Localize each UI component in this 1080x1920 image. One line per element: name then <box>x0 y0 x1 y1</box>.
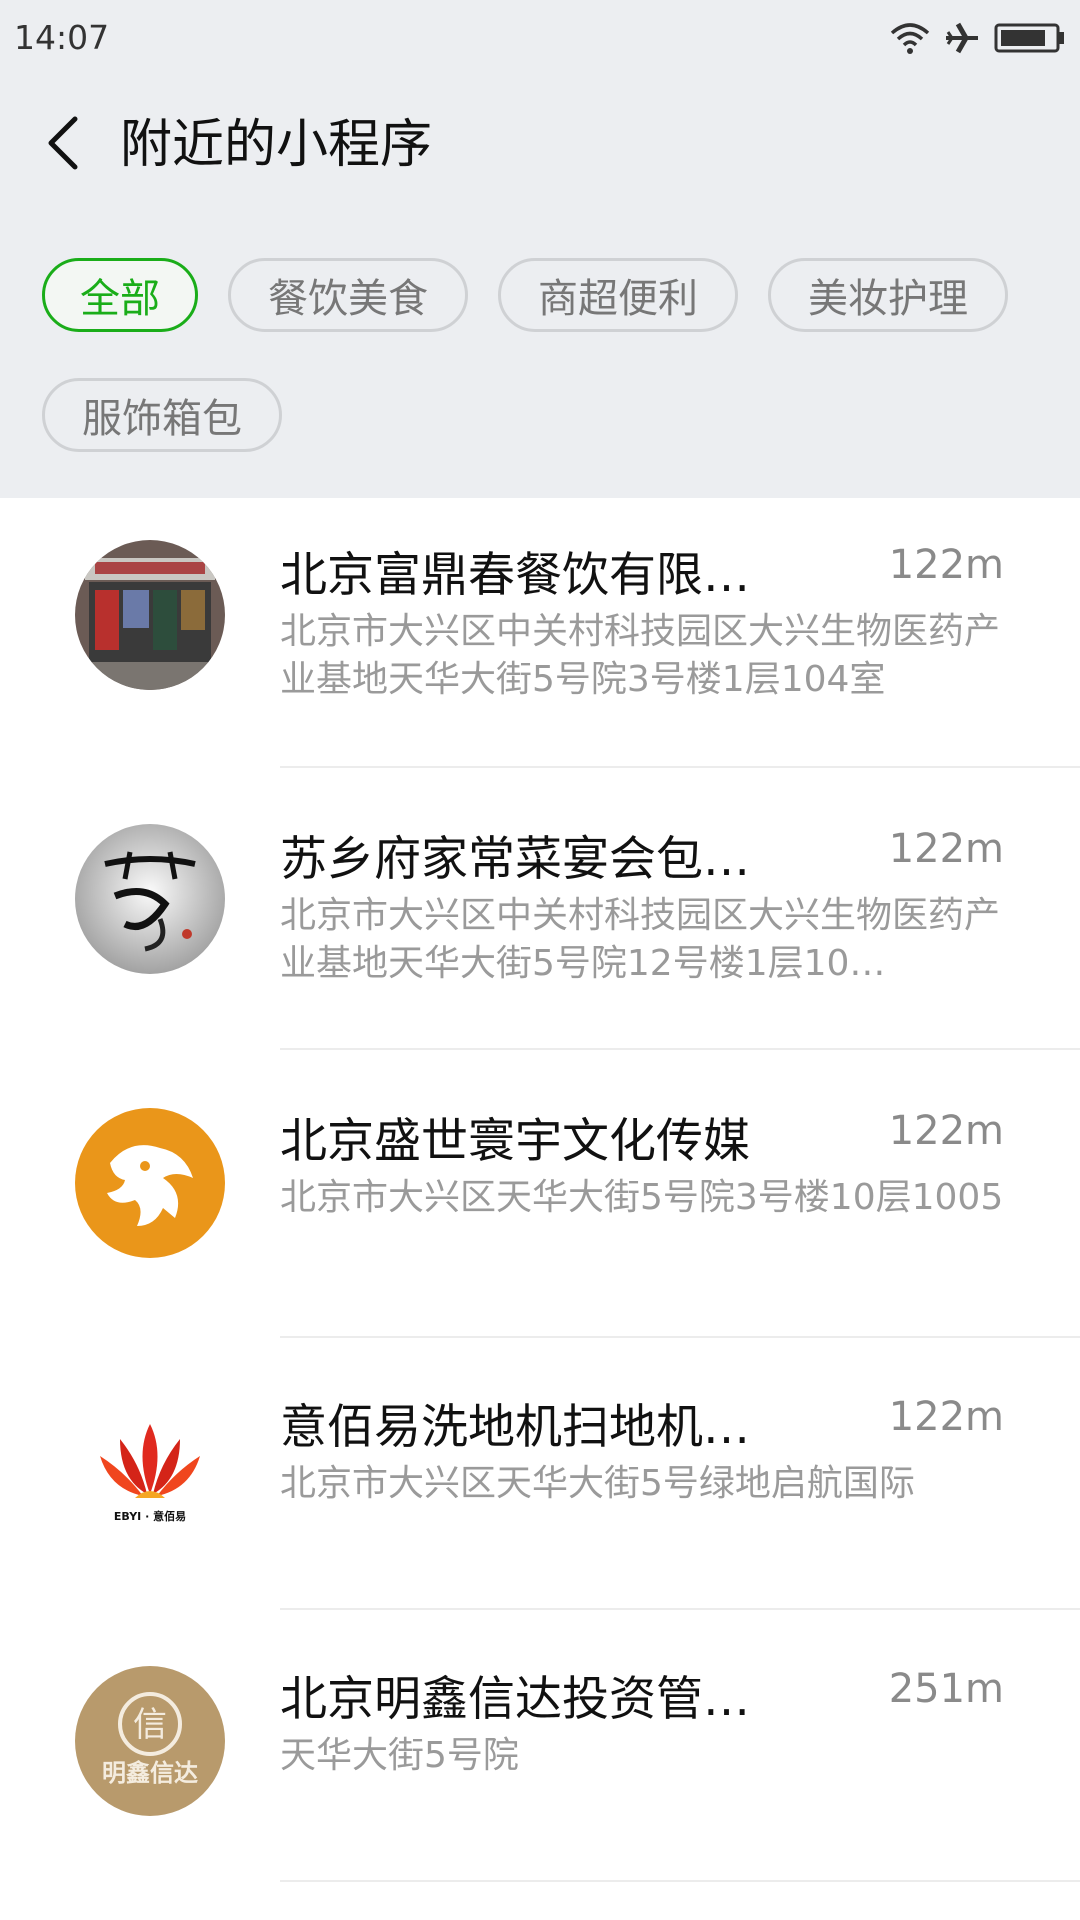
logo-text: EBYI · 意佰易 <box>114 1509 186 1523</box>
avatar <box>75 540 225 690</box>
avatar: EBYI · 意佰易 <box>75 1394 225 1544</box>
avatar <box>75 1108 225 1258</box>
item-address: 北京市大兴区天华大街5号院3号楼10层1005 <box>280 1177 1004 1218</box>
item-address: 北京市大兴区中关村科技园区大兴生物医药产业基地天华大街5号院3号楼1层104室 <box>280 611 1001 700</box>
avatar: 信 明鑫信达 <box>75 1666 225 1816</box>
status-bar: 14:07 <box>0 0 1080 78</box>
filter-chip-label: 美妆护理 <box>808 276 968 322</box>
filter-chip-label: 全部 <box>80 276 160 322</box>
item-address: 北京市大兴区天华大街5号绿地启航国际 <box>280 1463 915 1504</box>
filter-chip-food[interactable]: 餐饮美食 <box>228 258 468 332</box>
list-item[interactable]: 北京盛世寰宇文化传媒 122m 北京市大兴区天华大街5号院3号楼10层1005 <box>0 1050 1080 1338</box>
item-distance: 122m <box>888 1394 1004 1440</box>
item-name: 意佰易洗地机扫地机… <box>280 1400 750 1455</box>
filter-chip-label: 餐饮美食 <box>268 276 428 322</box>
avatar <box>75 824 225 974</box>
divider <box>280 1880 1080 1882</box>
item-name: 苏乡府家常菜宴会包… <box>280 832 750 887</box>
item-distance: 251m <box>888 1666 1004 1712</box>
status-time: 14:07 <box>14 18 110 57</box>
item-distance: 122m <box>888 826 1004 872</box>
nav-bar: 附近的小程序 <box>0 98 1080 194</box>
filter-chip-all[interactable]: 全部 <box>42 258 198 332</box>
back-button[interactable] <box>30 112 96 178</box>
filter-chip-label: 服饰箱包 <box>82 396 242 442</box>
item-name: 北京明鑫信达投资管… <box>280 1672 750 1727</box>
battery-icon <box>994 21 1066 59</box>
item-distance: 122m <box>888 542 1004 588</box>
mingxin-logo-icon: 信 明鑫信达 <box>75 1666 225 1816</box>
status-icons <box>890 20 1066 60</box>
logo-char: 信 <box>133 1705 167 1745</box>
item-name: 北京盛世寰宇文化传媒 <box>280 1114 750 1169</box>
list-item[interactable]: 信 明鑫信达 北京明鑫信达投资管… 251m 天华大街5号院 <box>0 1610 1080 1882</box>
page-title: 附近的小程序 <box>120 115 433 175</box>
filter-chip-retail[interactable]: 商超便利 <box>498 258 738 332</box>
logo-text: 明鑫信达 <box>102 1759 198 1787</box>
item-address: 北京市大兴区中关村科技园区大兴生物医药产业基地天华大街5号院12号楼1层10… <box>280 895 1001 984</box>
calligraphy-logo-icon <box>75 824 225 974</box>
item-distance: 122m <box>888 1108 1004 1154</box>
chevron-left-icon <box>45 115 81 175</box>
list-item[interactable]: 苏乡府家常菜宴会包… 122m 北京市大兴区中关村科技园区大兴生物医药产业基地天… <box>0 768 1080 1050</box>
filter-chip-beauty[interactable]: 美妆护理 <box>768 258 1008 332</box>
list-item[interactable]: EBYI · 意佰易 意佰易洗地机扫地机… 122m 北京市大兴区天华大街5号绿… <box>0 1338 1080 1610</box>
ebyi-lotus-logo-icon: EBYI · 意佰易 <box>75 1394 225 1544</box>
dragon-logo-icon <box>75 1108 225 1258</box>
header-area: 14:07 附近的小程序 全部 餐饮美食 商超便利 美妆护理 服饰箱包 <box>0 0 1080 498</box>
item-name: 北京富鼎春餐饮有限… <box>280 548 750 603</box>
storefront-photo-icon <box>75 540 225 690</box>
wifi-icon <box>890 21 930 59</box>
filter-chip-label: 商超便利 <box>538 276 698 322</box>
list-item[interactable]: 北京富鼎春餐饮有限… 122m 北京市大兴区中关村科技园区大兴生物医药产业基地天… <box>0 498 1080 768</box>
item-address: 天华大街5号院 <box>280 1735 519 1776</box>
airplane-icon <box>944 20 980 60</box>
filter-chip-apparel[interactable]: 服饰箱包 <box>42 378 282 452</box>
